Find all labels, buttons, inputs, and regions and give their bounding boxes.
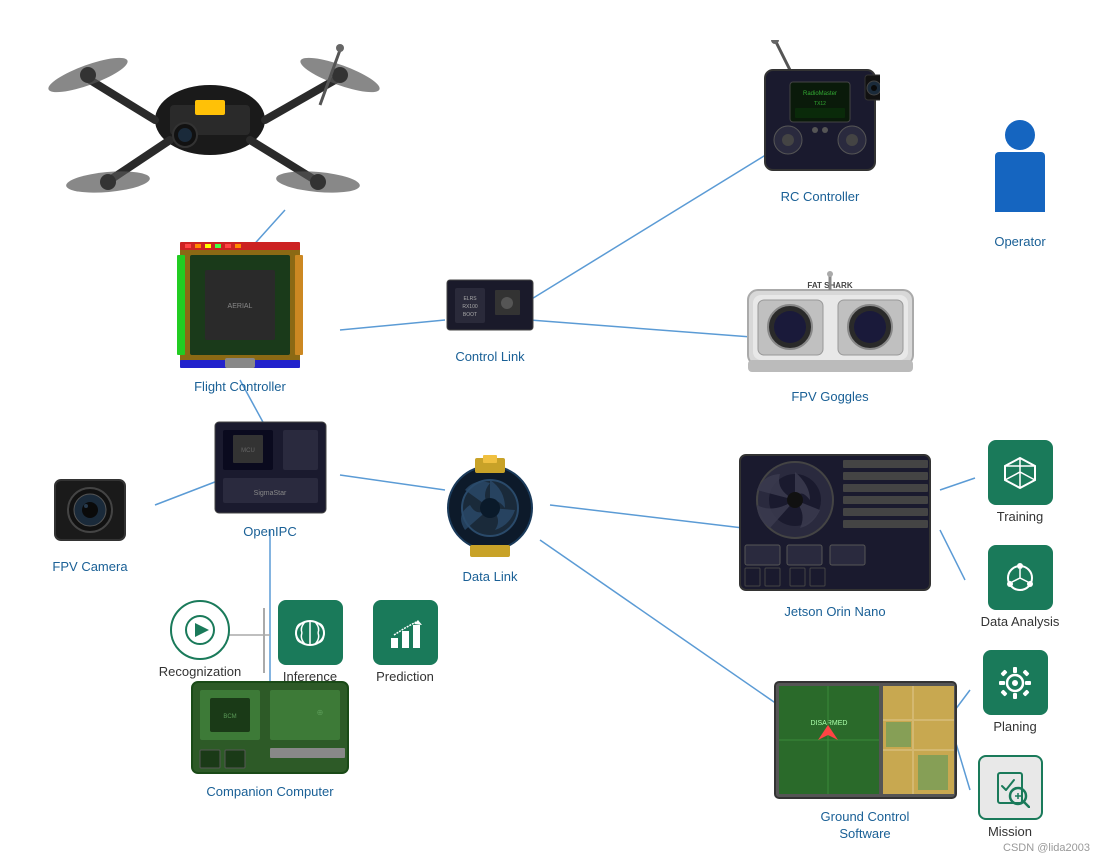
- fpv-camera-svg: [50, 470, 130, 550]
- data-link-svg: [435, 450, 545, 560]
- flight-controller-image: AERIAL: [175, 240, 305, 375]
- planning-node: Planing: [960, 650, 1070, 736]
- data-link-label: Data Link: [463, 569, 518, 586]
- rc-controller-image: RadioMaster TX12: [760, 40, 880, 185]
- mission-node: Mission: [960, 755, 1060, 841]
- training-image: [988, 440, 1053, 505]
- inference-image: [278, 600, 343, 665]
- operator-image: [985, 120, 1055, 230]
- flight-controller-label: Flight Controller: [194, 379, 286, 396]
- jetson-image: [735, 450, 935, 600]
- planning-image: [983, 650, 1048, 715]
- control-link-label: Control Link: [455, 349, 524, 366]
- control-link-node: ELRS RX100 BOOT Control Link: [420, 270, 560, 366]
- svg-text:BOOT: BOOT: [463, 312, 477, 318]
- companion-computer-label: Companion Computer: [206, 784, 333, 801]
- flight-controller-svg: AERIAL: [175, 240, 305, 370]
- fpv-camera-label: FPV Camera: [52, 559, 127, 576]
- svg-text:TX12: TX12: [814, 101, 826, 107]
- data-analysis-node: Data Analysis: [960, 545, 1080, 631]
- planning-label: Planing: [993, 719, 1036, 736]
- fpv-goggles-label: FPV Goggles: [791, 389, 868, 406]
- jetson-svg: [735, 450, 935, 595]
- svg-text:RX100: RX100: [462, 304, 478, 310]
- training-label: Training: [997, 509, 1043, 526]
- svg-text:MCU: MCU: [241, 448, 255, 454]
- data-analysis-svg: [1000, 558, 1040, 598]
- recognization-node: Recognization: [150, 600, 250, 681]
- fpv-goggles-svg: FAT SHARK: [743, 270, 918, 380]
- ground-control-node: DISARMED Ground Control Software: [760, 680, 970, 843]
- prediction-svg: [385, 613, 425, 653]
- training-svg: [1000, 453, 1040, 493]
- ground-control-svg: DISARMED: [773, 680, 958, 800]
- jetson-node: Jetson Orin Nano: [720, 450, 950, 621]
- rc-controller-svg: RadioMaster TX12: [760, 40, 880, 180]
- mission-label: Mission: [988, 824, 1032, 841]
- ground-control-image: DISARMED: [773, 680, 958, 805]
- control-link-image: ELRS RX100 BOOT: [445, 270, 535, 345]
- operator-node: Operator: [970, 120, 1070, 251]
- recognization-svg: [182, 612, 218, 648]
- data-analysis-label: Data Analysis: [981, 614, 1060, 631]
- prediction-image: [373, 600, 438, 665]
- companion-computer-svg: BCM ⊕: [190, 680, 350, 775]
- operator-label: Operator: [994, 234, 1045, 251]
- rc-controller-node: RadioMaster TX12 RC Controller: [745, 40, 895, 206]
- drone-image: [40, 10, 380, 205]
- companion-computer-image: BCM ⊕: [190, 680, 350, 780]
- mission-image: [978, 755, 1043, 820]
- companion-computer-node: BCM ⊕ Companion Computer: [170, 680, 370, 801]
- openipc-image: SigmaStar MCU: [213, 420, 328, 520]
- operator-body: [995, 152, 1045, 212]
- rc-controller-label: RC Controller: [781, 189, 860, 206]
- ground-control-label: Ground Control Software: [821, 809, 910, 843]
- svg-text:SigmaStar: SigmaStar: [253, 490, 286, 497]
- fpv-goggles-image: FAT SHARK: [743, 270, 918, 385]
- inference-node: Inference: [265, 600, 355, 686]
- data-analysis-image: [988, 545, 1053, 610]
- training-node: Training: [970, 440, 1070, 526]
- mission-svg: [990, 768, 1030, 808]
- svg-text:AERIAL: AERIAL: [228, 303, 253, 310]
- openipc-label: OpenIPC: [243, 524, 296, 541]
- svg-text:RadioMaster: RadioMaster: [803, 91, 837, 97]
- planning-svg: [995, 663, 1035, 703]
- prediction-label: Prediction: [376, 669, 434, 686]
- svg-text:DISARMED: DISARMED: [810, 720, 847, 727]
- openipc-svg: SigmaStar MCU: [213, 420, 328, 515]
- watermark: CSDN @lida2003: [1003, 842, 1090, 854]
- recognization-label: Recognization: [159, 664, 241, 681]
- diagram-container: AERIAL Flight Controller: [0, 0, 1098, 862]
- svg-text:⊕: ⊕: [317, 708, 324, 717]
- data-link-node: Data Link: [420, 450, 560, 586]
- operator-head: [1005, 120, 1035, 150]
- data-link-image: [435, 450, 545, 565]
- drone-svg: [40, 10, 380, 205]
- prediction-node: Prediction: [360, 600, 450, 686]
- drone-node: [20, 10, 400, 205]
- recognization-image: [170, 600, 230, 660]
- inference-label: Inference: [283, 669, 337, 686]
- control-link-svg: ELRS RX100 BOOT: [445, 270, 535, 340]
- fpv-goggles-node: FAT SHARK FPV Goggles: [740, 270, 920, 406]
- jetson-label: Jetson Orin Nano: [784, 604, 885, 621]
- openipc-node: SigmaStar MCU OpenIPC: [210, 420, 330, 541]
- flight-controller-node: AERIAL Flight Controller: [160, 240, 320, 396]
- fpv-camera-image: [50, 470, 130, 555]
- svg-text:ELRS: ELRS: [463, 296, 477, 302]
- vertical-divider: [263, 608, 265, 673]
- fpv-camera-node: FPV Camera: [30, 470, 150, 576]
- inference-svg: [290, 613, 330, 653]
- svg-text:BCM: BCM: [223, 714, 236, 720]
